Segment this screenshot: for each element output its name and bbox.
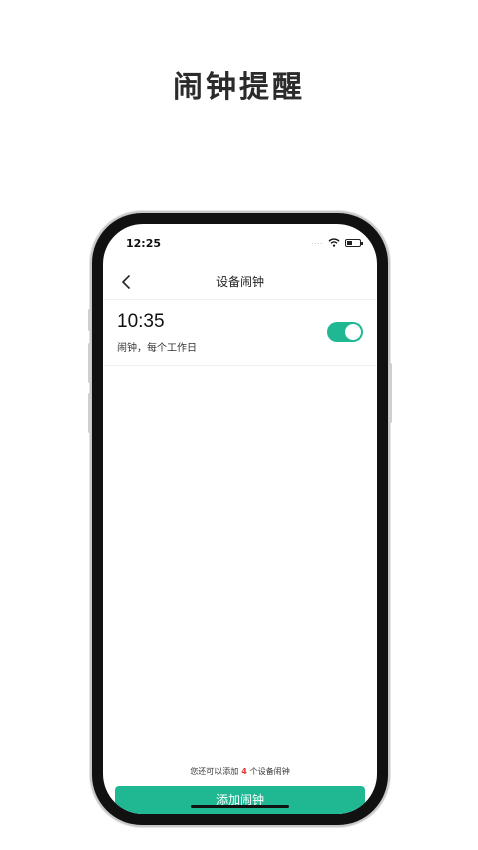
nav-bar: 设备闹钟 bbox=[103, 264, 377, 300]
phone-side-button bbox=[88, 393, 91, 433]
signal-icon: .... bbox=[311, 239, 323, 246]
wifi-icon bbox=[328, 238, 340, 247]
remaining-count: 4 bbox=[241, 767, 247, 776]
battery-icon bbox=[345, 238, 363, 247]
remaining-alarms-note: 您还可以添加 4 个设备闹钟 bbox=[103, 766, 377, 777]
status-bar: 12:25 .... bbox=[103, 224, 377, 264]
home-indicator bbox=[191, 805, 289, 808]
phone-screen: 12:25 .... 设备闹钟 10:35 闹钟，每个工作日 您还可以添加 4 … bbox=[103, 224, 377, 814]
note-prefix: 您还可以添加 bbox=[190, 767, 239, 776]
chevron-left-icon[interactable] bbox=[117, 273, 135, 291]
status-icons: .... bbox=[311, 238, 363, 247]
alarm-description: 闹钟，每个工作日 bbox=[117, 343, 197, 354]
phone-side-button bbox=[88, 309, 91, 331]
phone-frame: 12:25 .... 设备闹钟 10:35 闹钟，每个工作日 您还可以添加 4 … bbox=[88, 213, 392, 825]
add-alarm-button[interactable]: 添加闹钟 bbox=[115, 786, 365, 814]
toggle-knob bbox=[345, 324, 361, 340]
phone-side-button bbox=[88, 343, 91, 383]
phone-side-button bbox=[389, 363, 392, 423]
promo-title: 闹钟提醒 bbox=[173, 70, 305, 105]
alarm-time: 10:35 bbox=[117, 311, 165, 332]
alarm-toggle[interactable] bbox=[327, 322, 363, 342]
note-suffix: 个设备闹钟 bbox=[249, 767, 290, 776]
status-time: 12:25 bbox=[126, 237, 162, 250]
alarm-list-item[interactable]: 10:35 闹钟，每个工作日 bbox=[103, 301, 377, 366]
page-title: 设备闹钟 bbox=[215, 275, 264, 289]
